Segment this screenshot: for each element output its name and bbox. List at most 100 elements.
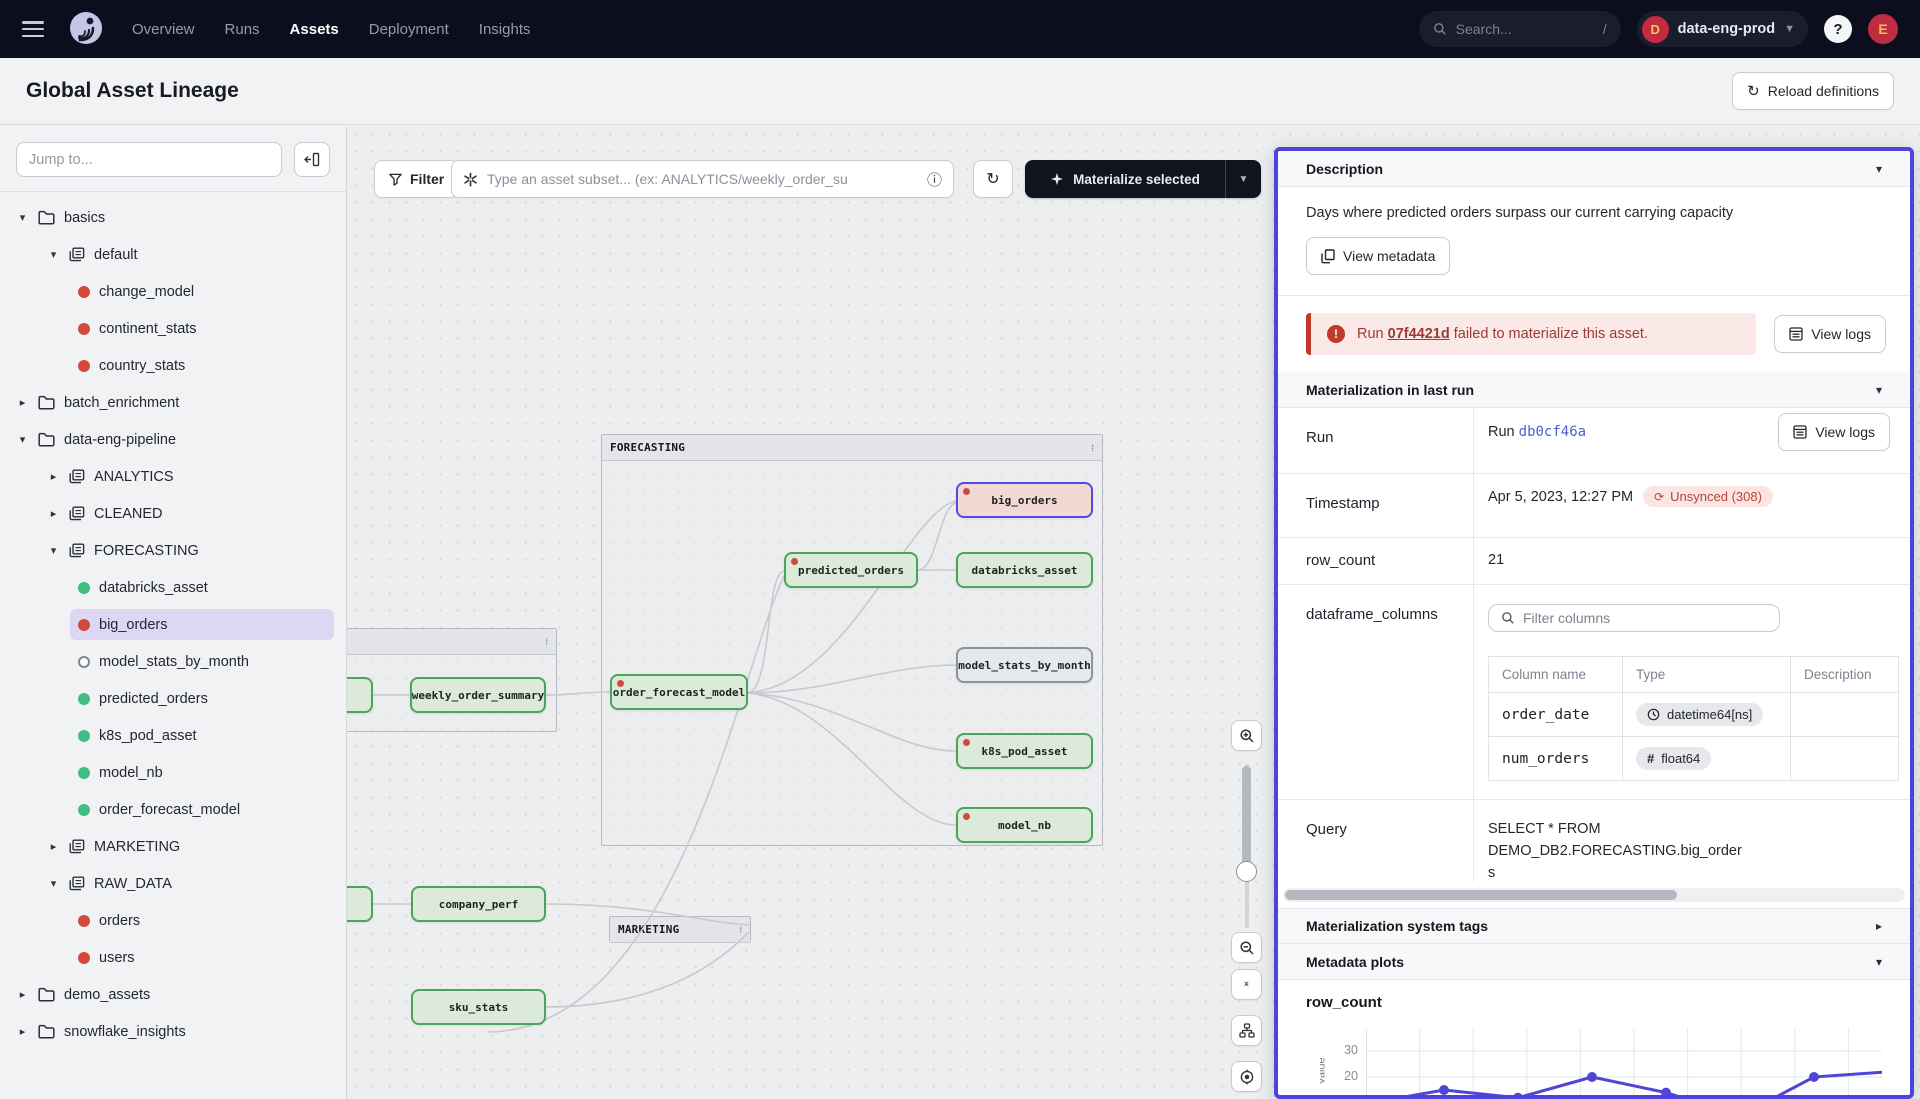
system-tags-section-header[interactable]: Materialization system tags ▸ xyxy=(1278,908,1910,944)
caret-down-icon[interactable]: ▾ xyxy=(16,433,29,446)
sidebar-item-cleaned[interactable]: ▸CLEANED xyxy=(0,495,346,532)
sidebar-item-users[interactable]: users xyxy=(0,939,346,976)
caret-down-icon[interactable]: ▾ xyxy=(47,248,60,261)
sidebar-item-basics[interactable]: ▾basics xyxy=(0,199,346,236)
sidebar-item-model-stats-by-month[interactable]: model_stats_by_month xyxy=(0,643,346,680)
caret-down-icon[interactable]: ▾ xyxy=(16,211,29,224)
group-menu-icon[interactable]: ⁞ xyxy=(1091,443,1094,453)
caret-right-icon[interactable]: ▸ xyxy=(47,470,60,483)
sidebar-item-data-eng-pipeline[interactable]: ▾data-eng-pipeline xyxy=(0,421,346,458)
scrollbar-thumb[interactable] xyxy=(1285,890,1677,900)
reload-definitions-button[interactable]: ↻ Reload definitions xyxy=(1732,72,1894,110)
asset-node-item[interactable] xyxy=(347,677,373,713)
filter-columns-input[interactable] xyxy=(1523,610,1767,626)
sidebar-item-predicted-orders[interactable]: predicted_orders xyxy=(0,680,346,717)
metadata-plots-section-header[interactable]: Metadata plots ▾ xyxy=(1278,944,1910,980)
sidebar-item-raw-data[interactable]: ▾RAW_DATA xyxy=(0,865,346,902)
asset-node-item[interactable] xyxy=(347,886,373,922)
sidebar-item-model-nb[interactable]: model_nb xyxy=(0,754,346,791)
filter-button[interactable]: Filter xyxy=(374,160,459,198)
caret-down-icon[interactable]: ▾ xyxy=(47,544,60,557)
sidebar-item-batch-enrichment[interactable]: ▸batch_enrichment xyxy=(0,384,346,421)
group-header[interactable]: ⁞ xyxy=(347,629,556,655)
jump-to-input[interactable] xyxy=(16,142,282,177)
view-logs-button[interactable]: View logs xyxy=(1774,315,1886,353)
row-count-chart: Value 302010 xyxy=(1320,1023,1882,1099)
hamburger-menu-icon[interactable] xyxy=(22,21,44,37)
help-icon[interactable]: ? xyxy=(1824,15,1852,43)
asset-node-predicted-orders[interactable]: predicted_orders xyxy=(784,552,918,588)
group-menu-icon[interactable]: ⁞ xyxy=(739,925,742,935)
sidebar-item-marketing[interactable]: ▸MARKETING xyxy=(0,828,346,865)
asset-node-company-perf[interactable]: company_perf xyxy=(411,886,546,922)
status-dot-red xyxy=(78,952,90,964)
unsynced-badge[interactable]: ⟳ Unsynced (308) xyxy=(1643,486,1773,507)
zoom-slider-handle[interactable] xyxy=(1236,861,1257,882)
sidebar-item-k8s-pod-asset[interactable]: k8s_pod_asset xyxy=(0,717,346,754)
caret-right-icon[interactable]: ▸ xyxy=(47,840,60,853)
nav-item-assets[interactable]: Assets xyxy=(290,21,339,38)
view-metadata-button[interactable]: View metadata xyxy=(1306,237,1450,275)
failed-status-dot xyxy=(963,488,970,495)
nav-item-deployment[interactable]: Deployment xyxy=(369,21,449,38)
info-icon[interactable]: ⓘ xyxy=(927,169,942,190)
asset-subset-input[interactable] xyxy=(487,171,918,187)
asset-node-databricks-asset[interactable]: databricks_asset xyxy=(956,552,1093,588)
caret-down-icon[interactable]: ▾ xyxy=(47,877,60,890)
materialize-selected-button[interactable]: Materialize selected ▼ xyxy=(1025,160,1261,198)
chevron-down-icon[interactable]: ▾ xyxy=(1876,162,1882,176)
materialize-icon xyxy=(1050,172,1064,186)
dagster-logo-icon[interactable] xyxy=(66,9,106,49)
caret-right-icon[interactable]: ▸ xyxy=(47,507,60,520)
zoom-out-button[interactable] xyxy=(1231,932,1262,963)
materialize-menu-chevron[interactable]: ▼ xyxy=(1226,160,1261,198)
refresh-button[interactable]: ↻ xyxy=(973,160,1013,198)
recenter-button[interactable] xyxy=(1231,1061,1262,1092)
nav-item-insights[interactable]: Insights xyxy=(479,21,531,38)
asset-node-model-stats-by-month[interactable]: model_stats_by_month xyxy=(956,647,1093,683)
asset-node-sku-stats[interactable]: sku_stats xyxy=(411,989,546,1025)
failed-run-link[interactable]: 07f4421d xyxy=(1388,326,1450,342)
sidebar-item-databricks-asset[interactable]: databricks_asset xyxy=(0,569,346,606)
description-section-header[interactable]: Description ▾ xyxy=(1278,151,1910,187)
asset-node-order-forecast-model[interactable]: order_forecast_model xyxy=(610,674,748,710)
chevron-down-icon[interactable]: ▾ xyxy=(1876,383,1882,397)
asset-node-weekly-order-summary[interactable]: weekly_order_summary xyxy=(410,677,546,713)
group-header[interactable]: FORECASTING⁞ xyxy=(602,435,1102,461)
chevron-down-icon[interactable]: ▾ xyxy=(1876,955,1882,969)
asset-node-model-nb[interactable]: model_nb xyxy=(956,807,1093,843)
sidebar-item-orders[interactable]: orders xyxy=(0,902,346,939)
caret-right-icon[interactable]: ▸ xyxy=(16,988,29,1001)
collapse-all-groups-button[interactable]: ⌄⌃ xyxy=(1231,969,1262,1000)
materialization-section-header[interactable]: Materialization in last run ▾ xyxy=(1278,372,1910,408)
sidebar-item-analytics[interactable]: ▸ANALYTICS xyxy=(0,458,346,495)
zoom-in-button[interactable] xyxy=(1231,720,1262,751)
group-menu-icon[interactable]: ⁞ xyxy=(545,637,548,647)
caret-right-icon[interactable]: ▸ xyxy=(16,396,29,409)
asset-node-k8s-pod-asset[interactable]: k8s_pod_asset xyxy=(956,733,1093,769)
group-header[interactable]: MARKETING⁞ xyxy=(610,917,750,943)
sidebar-item-big-orders[interactable]: big_orders xyxy=(0,606,346,643)
nav-item-runs[interactable]: Runs xyxy=(225,21,260,38)
y-tick-label: 10 xyxy=(1326,1095,1358,1099)
chevron-right-icon[interactable]: ▸ xyxy=(1876,919,1882,933)
asset-node-big-orders[interactable]: big_orders xyxy=(956,482,1093,518)
layout-button[interactable] xyxy=(1231,1015,1262,1046)
view-run-logs-button[interactable]: View logs xyxy=(1778,413,1890,451)
panel-horizontal-scrollbar[interactable] xyxy=(1283,888,1905,902)
sidebar-item-snowflake-insights[interactable]: ▸snowflake_insights xyxy=(0,1013,346,1050)
avatar[interactable]: E xyxy=(1868,14,1898,44)
sidebar-item-order-forecast-model[interactable]: order_forecast_model xyxy=(0,791,346,828)
sidebar-item-forecasting[interactable]: ▾FORECASTING xyxy=(0,532,346,569)
run-id-link[interactable]: db0cf46a xyxy=(1519,424,1586,440)
sidebar-item-country-stats[interactable]: country_stats xyxy=(0,347,346,384)
caret-right-icon[interactable]: ▸ xyxy=(16,1025,29,1038)
collapse-sidebar-button[interactable] xyxy=(294,142,330,177)
global-search-input[interactable]: Search... / xyxy=(1419,11,1621,47)
sidebar-item-change-model[interactable]: change_model xyxy=(0,273,346,310)
workspace-switcher[interactable]: D data-eng-prod ▼ xyxy=(1637,11,1808,47)
sidebar-item-continent-stats[interactable]: continent_stats xyxy=(0,310,346,347)
sidebar-item-demo-assets[interactable]: ▸demo_assets xyxy=(0,976,346,1013)
sidebar-item-default[interactable]: ▾default xyxy=(0,236,346,273)
nav-item-overview[interactable]: Overview xyxy=(132,21,195,38)
